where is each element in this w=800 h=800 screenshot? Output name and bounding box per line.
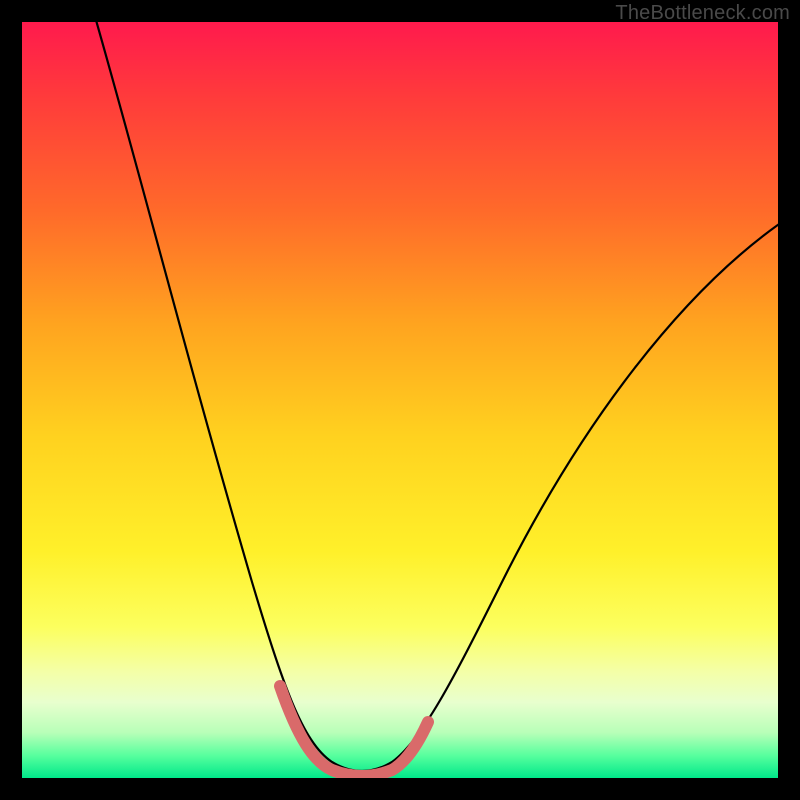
plot-area (22, 22, 778, 778)
valley-highlight-line (280, 686, 428, 776)
curve-svg (22, 22, 778, 778)
chart-frame: TheBottleneck.com (0, 0, 800, 800)
bottleneck-curve-line (85, 22, 778, 771)
